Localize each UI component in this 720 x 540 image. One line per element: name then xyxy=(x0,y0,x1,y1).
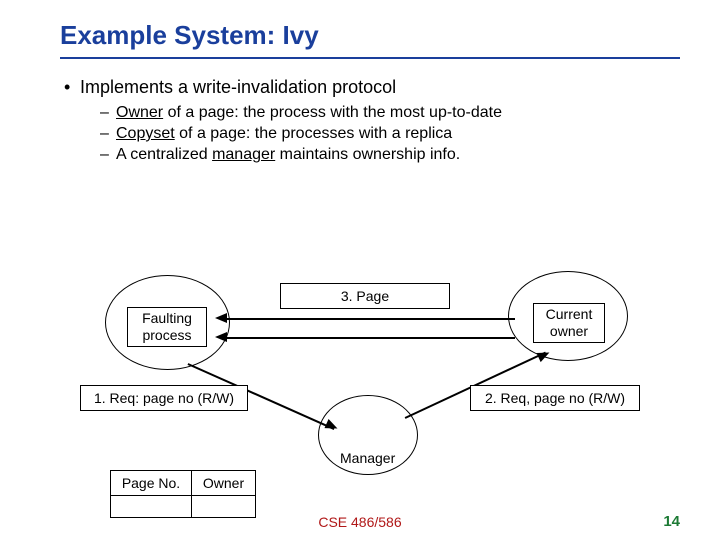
req2-box: 2. Req, page no (R/W) xyxy=(470,385,640,411)
sub3-pre: A centralized xyxy=(116,146,212,163)
sub1-underline: Owner xyxy=(116,104,163,121)
footer-page-number: 14 xyxy=(663,513,680,530)
bullet-main: •Implements a write-invalidation protoco… xyxy=(64,77,680,98)
table-header-pageno: Page No. xyxy=(110,470,192,496)
faulting-text: Faulting process xyxy=(142,310,192,344)
bullet-main-text: Implements a write-invalidation protocol xyxy=(80,77,396,97)
sub-bullet-3: –A centralized manager maintains ownersh… xyxy=(100,146,680,164)
table-h1-text: Page No. xyxy=(122,475,180,492)
sub-bullet-2: –Copyset of a page: the processes with a… xyxy=(100,125,680,143)
req1-text: 1. Req: page no (R/W) xyxy=(94,390,234,407)
diagram: 3. Page Faulting process Current owner 1… xyxy=(0,255,720,485)
ownership-table: Page No. Owner xyxy=(110,470,256,518)
sub3-underline: manager xyxy=(212,146,275,163)
current-owner-box: Current owner xyxy=(533,303,605,343)
req1-box: 1. Req: page no (R/W) xyxy=(80,385,248,411)
sub2-underline: Copyset xyxy=(116,125,175,142)
faulting-box: Faulting process xyxy=(127,307,207,347)
table-header-owner: Owner xyxy=(192,470,256,496)
current-owner-text: Current owner xyxy=(546,306,593,340)
arrow-page-line xyxy=(225,318,515,320)
footer-course: CSE 486/586 xyxy=(0,514,720,530)
page-msg-text: 3. Page xyxy=(341,288,389,305)
arrow-page2-head xyxy=(215,332,227,342)
manager-text: Manager xyxy=(340,450,395,466)
arrow-page-head xyxy=(215,313,227,323)
sub1-post: of a page: the process with the most up-… xyxy=(163,104,502,121)
manager-label: Manager xyxy=(340,450,395,466)
sub-bullet-1: –Owner of a page: the process with the m… xyxy=(100,104,680,122)
bullet-list: •Implements a write-invalidation protoco… xyxy=(60,77,680,164)
sub3-post: maintains ownership info. xyxy=(275,146,460,163)
slide-title: Example System: Ivy xyxy=(60,20,680,59)
req2-text: 2. Req, page no (R/W) xyxy=(485,390,625,407)
sub2-post: of a page: the processes with a replica xyxy=(175,125,453,142)
arrow-page2-line xyxy=(225,337,515,339)
page-msg-box: 3. Page xyxy=(280,283,450,309)
table-h2-text: Owner xyxy=(203,475,244,492)
